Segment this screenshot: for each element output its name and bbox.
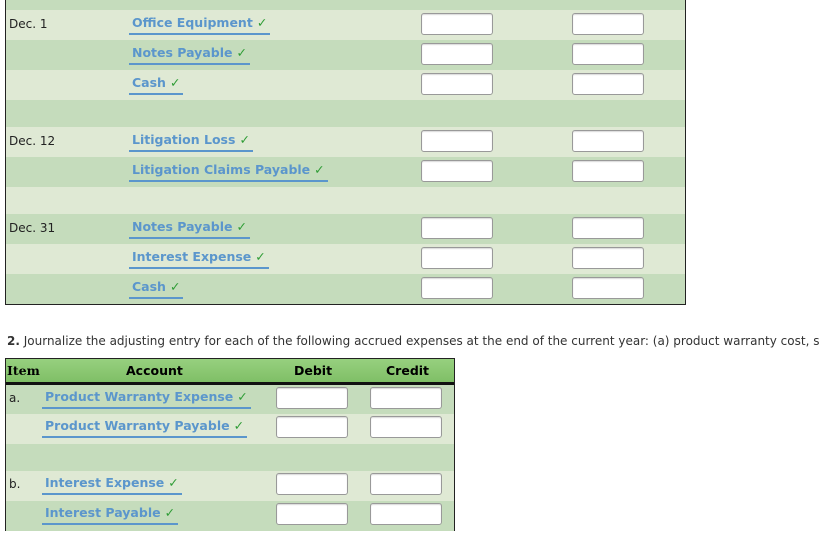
account-name: Notes Payable (132, 219, 233, 234)
account-select[interactable]: Litigation Claims Payable ✓ (129, 162, 328, 182)
account-select[interactable]: Product Warranty Expense ✓ (42, 389, 251, 409)
header-debit: Debit (294, 363, 333, 378)
credit-input[interactable] (572, 247, 644, 269)
credit-input[interactable] (370, 473, 442, 495)
debit-input[interactable] (276, 416, 348, 438)
check-icon: ✓ (237, 389, 248, 404)
account-name: Litigation Loss (132, 132, 236, 147)
debit-input[interactable] (421, 130, 493, 152)
debit-input[interactable] (421, 13, 493, 35)
credit-input[interactable] (572, 43, 644, 65)
check-icon: ✓ (256, 15, 268, 30)
account-name: Product Warranty Expense (45, 389, 234, 404)
credit-input[interactable] (572, 73, 644, 95)
header-item: Item (7, 363, 40, 378)
header-account: Account (126, 363, 183, 378)
item-label: b. (9, 477, 21, 491)
date-label: Dec. 31 (9, 221, 56, 235)
check-icon: ✓ (233, 418, 245, 433)
account-select[interactable]: Interest Expense ✓ (42, 475, 182, 495)
question-2-prompt: 2. Journalize the adjusting entry for ea… (7, 334, 819, 348)
table-row (6, 100, 685, 127)
account-select[interactable]: Cash ✓ (129, 75, 184, 95)
check-icon: ✓ (239, 132, 250, 147)
check-icon: ✓ (169, 279, 181, 294)
date-label: Dec. 1 (9, 17, 48, 31)
header-credit: Credit (386, 363, 430, 378)
check-icon: ✓ (236, 219, 247, 234)
account-select[interactable]: Product Warranty Payable ✓ (42, 418, 248, 438)
check-icon: ✓ (236, 45, 247, 60)
date-label: Dec. 12 (9, 134, 56, 148)
account-name: Cash (132, 75, 166, 90)
account-select[interactable]: Office Equipment ✓ (129, 15, 271, 35)
debit-input[interactable] (276, 503, 348, 525)
account-name: Office Equipment (132, 15, 253, 30)
account-name: Interest Payable (45, 505, 161, 520)
table-row (6, 444, 454, 471)
credit-input[interactable] (572, 13, 644, 35)
debit-input[interactable] (421, 247, 493, 269)
item-label: a. (9, 391, 21, 405)
account-select[interactable]: Interest Payable ✓ (42, 505, 179, 525)
debit-input[interactable] (421, 277, 493, 299)
question-text: Journalize the adjusting entry for each … (19, 334, 820, 348)
account-select[interactable]: Interest Expense ✓ (129, 249, 269, 269)
credit-input[interactable] (370, 387, 442, 409)
debit-input[interactable] (276, 473, 348, 495)
credit-input[interactable] (572, 217, 644, 239)
credit-input[interactable] (572, 277, 644, 299)
check-icon: ✓ (169, 75, 181, 90)
account-select[interactable]: Cash ✓ (129, 279, 184, 299)
table-row (6, 187, 685, 214)
credit-input[interactable] (572, 160, 644, 182)
debit-input[interactable] (421, 217, 493, 239)
credit-input[interactable] (370, 503, 442, 525)
table-row (6, 0, 685, 10)
debit-input[interactable] (421, 43, 493, 65)
check-icon: ✓ (314, 162, 325, 177)
check-icon: ✓ (168, 475, 179, 490)
table-header: Item Account Debit Credit (6, 359, 454, 385)
debit-input[interactable] (421, 73, 493, 95)
credit-input[interactable] (572, 130, 644, 152)
question-number: 2. (7, 334, 20, 348)
account-select[interactable]: Notes Payable ✓ (129, 219, 250, 239)
check-icon: ✓ (164, 505, 176, 520)
account-name: Notes Payable (132, 45, 233, 60)
credit-input[interactable] (370, 416, 442, 438)
check-icon: ✓ (255, 249, 266, 264)
account-select[interactable]: Notes Payable ✓ (129, 45, 250, 65)
account-select[interactable]: Litigation Loss ✓ (129, 132, 253, 152)
debit-input[interactable] (276, 387, 348, 409)
account-name: Interest Expense (132, 249, 252, 264)
account-name: Cash (132, 279, 166, 294)
debit-input[interactable] (421, 160, 493, 182)
account-name: Litigation Claims Payable (132, 162, 311, 177)
account-name: Interest Expense (45, 475, 165, 490)
account-name: Product Warranty Payable (45, 418, 230, 433)
